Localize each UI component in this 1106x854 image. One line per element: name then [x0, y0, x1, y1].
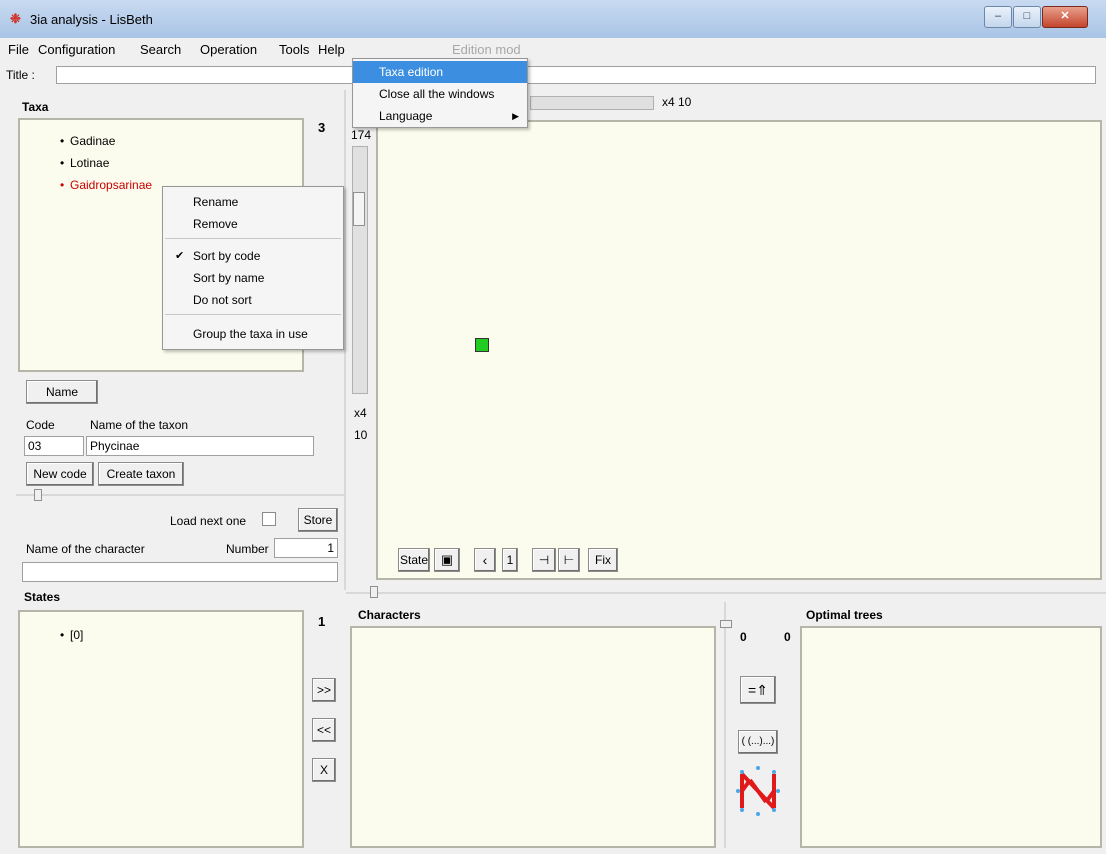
characters-splitter[interactable] [724, 602, 726, 848]
remove-state-button[interactable]: << [312, 718, 336, 742]
menu-item-remove[interactable]: Remove [163, 213, 343, 235]
characters-splitter-handle[interactable] [720, 620, 732, 628]
edition-mode-label: Edition mod [452, 42, 521, 57]
taxon-name-input[interactable]: Phycinae [86, 436, 314, 456]
new-code-button[interactable]: New code [26, 462, 94, 486]
bullet-icon [60, 628, 70, 642]
add-state-button[interactable]: >> [312, 678, 336, 702]
lisbeth-large-logo-icon [736, 766, 780, 816]
title-label: Title : [6, 68, 35, 82]
menu-help[interactable]: Help [318, 42, 345, 57]
export-tree-button[interactable]: =⇑ [740, 676, 776, 704]
language-label: Language [379, 109, 433, 123]
minimize-button[interactable]: – [984, 6, 1012, 28]
zoom-bottom-label1: x4 [354, 406, 367, 420]
canvas-splitter-handle[interactable] [370, 586, 378, 598]
optimal-trees-list[interactable] [800, 626, 1102, 848]
newick-button[interactable]: ( (...)...) [738, 730, 778, 754]
trees-count-right: 0 [784, 630, 791, 644]
character-name-input[interactable] [22, 562, 338, 582]
menu-separator [165, 314, 341, 315]
menu-file[interactable]: File [8, 42, 29, 57]
state-button[interactable]: State [398, 548, 430, 572]
menu-item-sort-by-code[interactable]: ✔ Sort by code [163, 245, 343, 267]
fix-button[interactable]: Fix [588, 548, 618, 572]
tools-dropdown-menu: Taxa edition Close all the windows Langu… [352, 58, 528, 128]
menu-item-do-not-sort[interactable]: Do not sort [163, 289, 343, 311]
name-button[interactable]: Name [26, 380, 98, 404]
number-label: Number [226, 542, 269, 556]
submenu-arrow-icon: ▶ [512, 111, 519, 121]
canvas-splitter[interactable] [346, 592, 1106, 594]
bullet-icon [60, 134, 70, 148]
close-button[interactable]: ✕ [1042, 6, 1088, 28]
character-name-label: Name of the character [26, 542, 145, 556]
horizontal-zoom-slider[interactable] [530, 96, 654, 110]
delete-state-button[interactable]: X [312, 758, 336, 782]
menu-bar: File Configuration Search Operation Tool… [0, 38, 1106, 60]
code-input[interactable]: 03 [24, 436, 84, 456]
vertical-zoom-slider[interactable] [352, 146, 368, 394]
taxa-header: Taxa [22, 100, 49, 114]
create-taxon-button[interactable]: Create taxon [98, 462, 184, 486]
menu-separator [165, 238, 341, 239]
lisbeth-logo-icon: ❉ [10, 11, 21, 26]
menu-tools[interactable]: Tools [279, 42, 309, 57]
load-next-label: Load next one [170, 514, 247, 528]
taxon-label: Gadinae [70, 134, 116, 148]
characters-list[interactable] [350, 626, 716, 848]
tree-node[interactable] [475, 338, 489, 352]
bracket-layout-icon[interactable]: ⊣ [532, 548, 556, 572]
sort-by-code-label: Sort by code [193, 249, 261, 263]
menu-item-taxa-edition[interactable]: Taxa edition [353, 61, 527, 83]
splitter-handle[interactable] [34, 489, 42, 501]
bullet-icon [60, 156, 70, 170]
states-count: 1 [318, 614, 326, 629]
taxon-label: Lotinae [70, 156, 110, 170]
zoom-top-label: 174 [351, 128, 372, 142]
store-button[interactable]: Store [298, 508, 338, 532]
taxon-label: Gaidropsarinae [70, 178, 153, 192]
characters-header: Characters [358, 608, 421, 622]
zoom-bottom-label2: 10 [354, 428, 368, 442]
bullet-icon [60, 178, 70, 192]
states-list[interactable]: [0] [18, 610, 304, 848]
menu-item-close-all-windows[interactable]: Close all the windows [353, 83, 527, 105]
menu-item-language[interactable]: Language ▶ [353, 105, 527, 127]
vertical-zoom-thumb[interactable] [353, 192, 365, 226]
menu-item-rename[interactable]: Rename [163, 191, 343, 213]
load-next-checkbox[interactable] [262, 512, 276, 526]
name-of-taxon-label: Name of the taxon [90, 418, 189, 432]
states-header: States [24, 590, 61, 604]
taxon-item-selected[interactable]: Gaidropsarinae [60, 178, 152, 200]
window-title: 3ia analysis - LisBeth [30, 12, 153, 27]
menu-item-group-taxa[interactable]: Group the taxa in use [163, 323, 343, 345]
optimal-trees-header: Optimal trees [806, 608, 883, 622]
state-item[interactable]: [0] [60, 628, 83, 642]
horizontal-zoom-label: x4 10 [662, 95, 692, 109]
number-input[interactable]: 1 [274, 538, 338, 558]
tree-shape-icon[interactable]: ‹ [474, 548, 496, 572]
menu-operation[interactable]: Operation [200, 42, 257, 57]
menu-configuration[interactable]: Configuration [38, 42, 115, 57]
check-icon: ✔ [175, 250, 185, 262]
taxa-count: 3 [318, 120, 326, 135]
taxa-context-menu: Rename Remove ✔ Sort by code Sort by nam… [162, 186, 344, 350]
tree-layout-icon[interactable]: ⊢ [558, 548, 580, 572]
title-input[interactable] [56, 66, 1096, 84]
one-button[interactable]: 1 [502, 548, 518, 572]
menu-item-sort-by-name[interactable]: Sort by name [163, 267, 343, 289]
trees-count-left: 0 [740, 630, 747, 644]
vertical-splitter[interactable] [344, 90, 346, 590]
menu-search[interactable]: Search [140, 42, 181, 57]
taxon-item[interactable]: Gadinae [60, 134, 152, 156]
state-label: [0] [70, 628, 84, 642]
taxon-item[interactable]: Lotinae [60, 156, 152, 178]
save-tree-icon[interactable]: ▣ [434, 548, 460, 572]
horizontal-splitter[interactable] [16, 494, 346, 496]
title-bar [0, 0, 1106, 39]
code-label: Code [26, 418, 55, 432]
maximize-button[interactable]: □ [1013, 6, 1041, 28]
